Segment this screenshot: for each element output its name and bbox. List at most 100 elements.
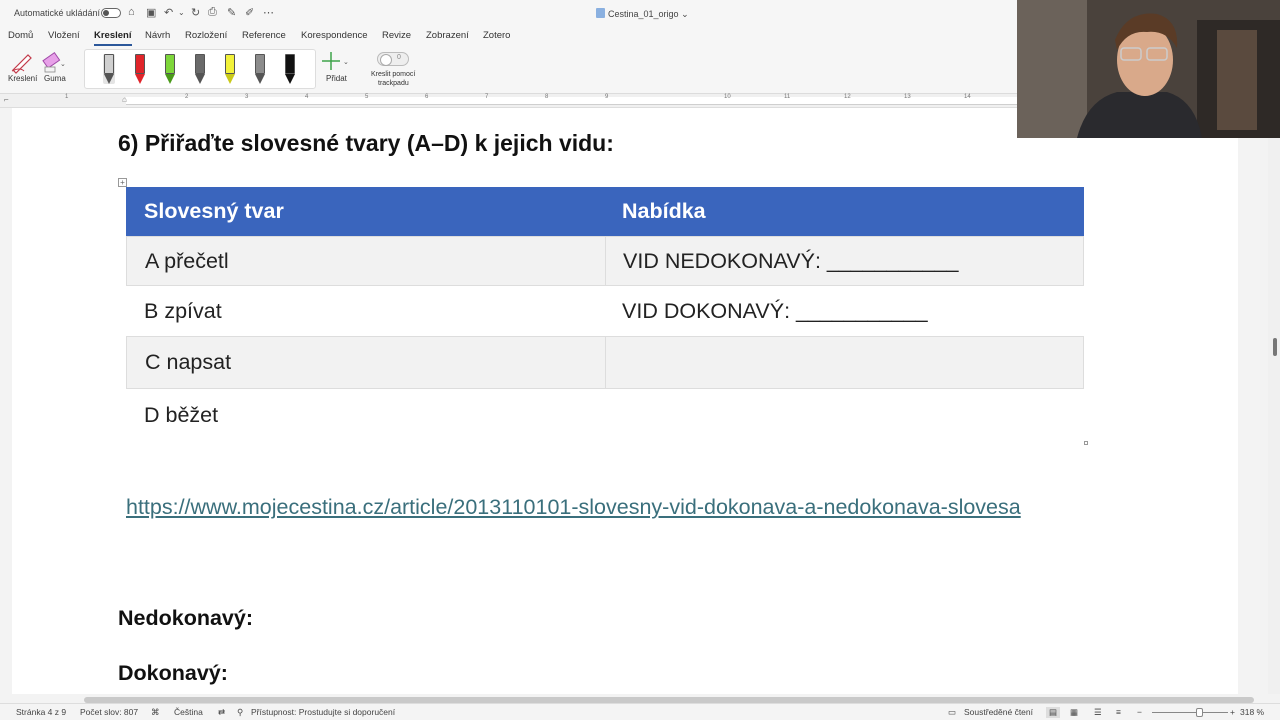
ruler-number: 2 xyxy=(185,94,189,100)
add-pen-button[interactable]: ⌄ xyxy=(322,50,352,72)
table-header-cell: Slovesný tvar xyxy=(144,199,284,223)
word-count[interactable]: Počet slov: 807 xyxy=(80,707,138,717)
web-layout-icon[interactable]: ▦ xyxy=(1070,707,1078,718)
ruler-strip xyxy=(126,97,1018,105)
table-cell xyxy=(623,337,1083,388)
pen-pencil-gray[interactable] xyxy=(103,54,115,84)
draw-label: Kreslení xyxy=(8,74,38,83)
tab-zotero[interactable]: Zotero xyxy=(483,30,510,41)
save-icon[interactable]: ▣ xyxy=(146,6,156,19)
pen-red[interactable] xyxy=(134,54,146,84)
undo-icon[interactable]: ↶ xyxy=(164,6,173,19)
pencil-dark[interactable] xyxy=(194,54,206,84)
document-title[interactable]: Cestina_01_origo ⌄ xyxy=(596,8,689,20)
status-bar: Stránka 4 z 9 Počet slov: 807 ⌘ Čeština … xyxy=(0,703,1280,720)
zoom-out-icon[interactable]: − xyxy=(1137,707,1142,717)
proofing-icon[interactable]: ⇄ xyxy=(218,707,225,718)
redo-icon[interactable]: ↻ xyxy=(191,6,200,19)
table-move-handle-icon[interactable]: + xyxy=(118,178,127,187)
table-row: A přečetl VID NEDOKONAVÝ: ___________ xyxy=(126,236,1084,286)
track-changes-icon[interactable]: ⌘ xyxy=(151,707,160,718)
print-layout-icon[interactable]: ▤ xyxy=(1046,707,1061,718)
table-cell: VID DOKONAVÝ: ___________ xyxy=(622,298,928,323)
undo-dropdown-icon[interactable]: ⌄ xyxy=(178,8,185,17)
vertical-scrollbar[interactable] xyxy=(1268,100,1280,694)
table-cell: C napsat xyxy=(145,350,232,374)
language[interactable]: Čeština xyxy=(174,707,203,717)
draw-tool-button[interactable] xyxy=(10,50,34,74)
highlighter-green[interactable] xyxy=(164,54,176,84)
add-label: Přidat xyxy=(326,74,347,83)
highlighter-yellow[interactable] xyxy=(224,54,236,84)
document-title-text: Cestina_01_origo xyxy=(608,9,679,19)
webcam-image xyxy=(1017,0,1280,138)
column-divider xyxy=(605,237,606,285)
ruler-number: 7 xyxy=(485,94,489,100)
zoom-slider-knob[interactable] xyxy=(1196,708,1203,717)
accessibility-icon[interactable]: ⚲ xyxy=(237,707,243,718)
table-cell: B zpívat xyxy=(144,298,222,323)
horizontal-ruler[interactable]: ⌐ ⌂ 1 2 3 4 5 6 7 8 9 10 11 12 13 14 xyxy=(0,94,1018,108)
pen-gray[interactable] xyxy=(254,54,266,84)
more-icon[interactable]: ⋯ xyxy=(263,6,274,19)
tab-view[interactable]: Zobrazení xyxy=(426,30,469,41)
ruler-number: 10 xyxy=(724,94,731,100)
tab-design[interactable]: Návrh xyxy=(145,30,170,41)
draw-pen-icon xyxy=(11,54,32,74)
plus-icon: ⌄ xyxy=(322,52,349,70)
tab-home[interactable]: Domů xyxy=(8,30,33,41)
table-resize-handle[interactable] xyxy=(1084,441,1088,445)
pen-black[interactable] xyxy=(284,54,296,84)
tab-stop-icon[interactable]: ⌐ xyxy=(4,95,9,104)
reference-link[interactable]: https://www.mojecestina.cz/article/20131… xyxy=(126,494,1046,521)
trackpad-label-line2: trackpadu xyxy=(378,80,409,87)
tab-layout[interactable]: Rozložení xyxy=(185,30,227,41)
trackpad-draw-toggle[interactable]: 0 xyxy=(377,52,409,66)
autosave-label: Automatické ukládání xyxy=(14,8,101,18)
trackpad-toggle-value: 0 xyxy=(397,54,401,61)
ruler-number: 9 xyxy=(605,94,609,100)
zoom-slider-track[interactable] xyxy=(1152,712,1228,713)
webcam-overlay xyxy=(1017,0,1280,138)
ruler-number: 4 xyxy=(305,94,309,100)
column-divider xyxy=(605,337,606,388)
print-icon[interactable]: ⎙ xyxy=(208,6,217,19)
customize-icon[interactable]: ✐ xyxy=(245,6,254,19)
focus-mode[interactable]: Soustředěné čtení xyxy=(964,707,1033,717)
tab-references[interactable]: Reference xyxy=(242,30,286,41)
scrollbar-thumb[interactable] xyxy=(1273,338,1277,356)
tab-mailings[interactable]: Korespondence xyxy=(301,30,368,41)
table-cell: D běžet xyxy=(144,403,219,427)
autosave-toggle[interactable] xyxy=(101,8,121,18)
imperfective-label: Nedokonavý: xyxy=(118,606,254,630)
chevron-down-icon: ⌄ xyxy=(678,9,689,19)
table-cell: A přečetl xyxy=(145,248,229,273)
perfective-label: Dokonavý: xyxy=(118,661,228,685)
document-page[interactable]: 6) Přiřaďte slovesné tvary (A–D) k jejic… xyxy=(12,108,1238,694)
zoom-level[interactable]: 318 % xyxy=(1240,707,1264,717)
ruler-number: 5 xyxy=(365,94,369,100)
verb-aspect-table: Slovesný tvar Nabídka A přečetl VID NEDO… xyxy=(126,187,1084,442)
tab-draw[interactable]: Kreslení xyxy=(94,30,132,46)
page-counter[interactable]: Stránka 4 z 9 xyxy=(16,707,66,717)
pen-icon[interactable]: ✎ xyxy=(227,6,236,19)
outline-view-icon[interactable]: ☰ xyxy=(1094,707,1102,718)
home-icon[interactable]: ⌂ xyxy=(128,6,135,18)
tab-insert[interactable]: Vložení xyxy=(48,30,80,41)
table-row: C napsat xyxy=(126,336,1084,389)
ruler-number: 14 xyxy=(964,94,971,100)
draft-view-icon[interactable]: ≡ xyxy=(1116,707,1121,717)
indent-marker-icon[interactable]: ⌂ xyxy=(122,95,127,104)
focus-icon[interactable]: ▭ xyxy=(948,707,956,718)
zoom-in-icon[interactable]: + xyxy=(1230,707,1235,717)
pen-gallery xyxy=(84,49,316,89)
svg-text:⌄: ⌄ xyxy=(343,58,349,66)
table-header-cell: Nabídka xyxy=(622,199,706,223)
eraser-button[interactable]: ⌄ xyxy=(40,50,66,74)
ruler-number: 13 xyxy=(904,94,911,100)
tab-review[interactable]: Revize xyxy=(382,30,411,41)
table-row: B zpívat VID DOKONAVÝ: ___________ xyxy=(126,286,1084,336)
ruler-number: 12 xyxy=(844,94,851,100)
trackpad-label-line1: Kreslit pomocí xyxy=(371,71,416,78)
accessibility-status[interactable]: Přístupnost: Prostudujte si doporučení xyxy=(251,707,395,717)
